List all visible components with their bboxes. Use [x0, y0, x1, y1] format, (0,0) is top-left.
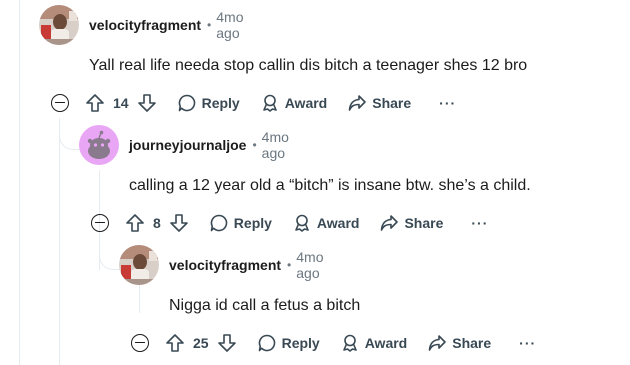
share-label: Share — [452, 335, 492, 351]
award-icon — [295, 214, 309, 232]
author-name[interactable]: journeyjournaljoe — [129, 137, 246, 153]
avatar[interactable] — [39, 5, 79, 45]
thread-line-level1[interactable] — [59, 118, 60, 365]
award-label: Award — [316, 215, 360, 231]
author-name[interactable]: velocityfragment — [169, 257, 281, 273]
more-options-button[interactable]: ··· — [519, 335, 536, 351]
thread-elbow-2 — [99, 238, 121, 270]
share-icon — [381, 215, 399, 231]
comment-actions: 25 Reply Award Share ··· — [131, 327, 536, 359]
timestamp[interactable]: 4mo ago — [262, 129, 289, 161]
downvote-icon[interactable] — [137, 93, 157, 113]
award-label: Award — [364, 335, 408, 351]
share-button[interactable]: Share — [427, 333, 491, 353]
vote-score: 8 — [153, 215, 161, 231]
share-button[interactable]: Share — [347, 93, 411, 113]
collapse-icon[interactable] — [131, 334, 149, 352]
comment-text: Nigga id call a fetus a bitch — [169, 297, 361, 314]
award-icon — [262, 94, 277, 112]
vote-controls: 8 — [125, 213, 189, 233]
downvote-icon[interactable] — [217, 333, 237, 353]
comment-bubble-icon — [178, 94, 195, 112]
share-icon — [428, 335, 447, 351]
more-options-button[interactable]: ··· — [439, 95, 456, 111]
vote-controls: 14 — [85, 93, 157, 113]
thread-line-level2[interactable] — [99, 170, 100, 200]
thread-line-root[interactable] — [19, 0, 20, 365]
reply-button[interactable]: Reply — [257, 333, 320, 353]
comment-header: velocityfragment • 4mo ago — [119, 245, 323, 285]
thread-line-level3[interactable] — [139, 285, 140, 313]
reply-label: Reply — [233, 215, 272, 231]
share-label: Share — [404, 215, 444, 231]
upvote-icon[interactable] — [125, 213, 145, 233]
collapse-icon[interactable] — [51, 94, 69, 112]
reply-button[interactable]: Reply — [209, 213, 272, 233]
share-icon — [348, 95, 367, 111]
vote-score: 25 — [193, 335, 209, 351]
timestamp[interactable]: 4mo ago — [296, 249, 323, 281]
avatar[interactable] — [119, 245, 159, 285]
timestamp[interactable]: 4mo ago — [216, 9, 243, 41]
upvote-icon[interactable] — [85, 93, 105, 113]
reply-label: Reply — [281, 335, 320, 351]
reply-button[interactable]: Reply — [177, 93, 240, 113]
collapse-icon[interactable] — [91, 214, 109, 232]
comment-text: calling a 12 year old a “bitch” is insan… — [129, 177, 531, 194]
separator-dot: • — [207, 18, 212, 32]
reply-label: Reply — [201, 95, 240, 111]
award-label: Award — [284, 95, 328, 111]
comment-actions: 8 Reply Award Share ··· — [91, 207, 488, 239]
comment-bubble-icon — [258, 334, 275, 352]
award-button[interactable]: Award — [292, 213, 360, 233]
comment-text: Yall real life needa stop callin dis bit… — [89, 57, 528, 74]
downvote-icon[interactable] — [169, 213, 189, 233]
comment-actions: 14 Reply Award Share ··· — [51, 87, 456, 119]
author-name[interactable]: velocityfragment — [89, 17, 201, 33]
share-label: Share — [372, 95, 412, 111]
share-button[interactable]: Share — [379, 213, 443, 233]
thread-elbow-1 — [59, 118, 81, 150]
vote-score: 14 — [113, 95, 129, 111]
separator-dot: • — [252, 138, 257, 152]
award-button[interactable]: Award — [260, 93, 328, 113]
comment-header: journeyjournaljoe • 4mo ago — [79, 125, 289, 165]
comment-bubble-icon — [210, 214, 228, 232]
separator-dot: • — [287, 258, 292, 272]
upvote-icon[interactable] — [165, 333, 185, 353]
avatar[interactable] — [79, 125, 119, 165]
vote-controls: 25 — [165, 333, 237, 353]
award-button[interactable]: Award — [340, 333, 408, 353]
comment-header: velocityfragment • 4mo ago — [39, 5, 243, 45]
more-options-button[interactable]: ··· — [471, 215, 488, 231]
award-icon — [342, 334, 357, 352]
